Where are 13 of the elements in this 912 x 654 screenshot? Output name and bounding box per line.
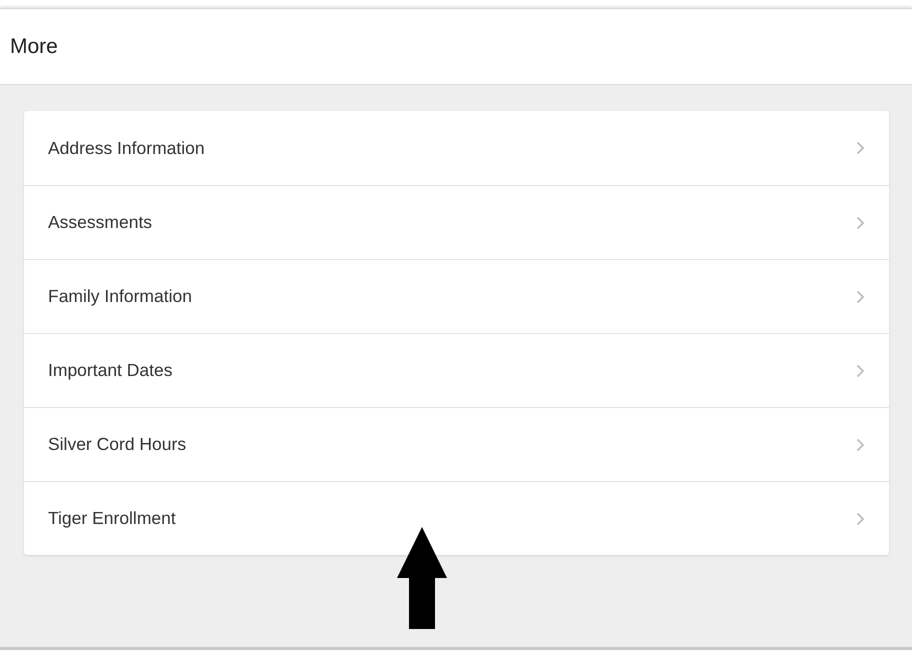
menu-item[interactable]: Assessments bbox=[24, 185, 889, 259]
chevron-right-icon bbox=[856, 512, 865, 526]
menu-item[interactable]: Address Information bbox=[24, 111, 889, 185]
chevron-right-icon bbox=[856, 216, 865, 230]
chevron-right-icon bbox=[856, 290, 865, 304]
menu-item[interactable]: Silver Cord Hours bbox=[24, 407, 889, 481]
up-arrow-icon bbox=[397, 527, 447, 629]
menu-item[interactable]: Important Dates bbox=[24, 333, 889, 407]
chevron-right-icon bbox=[856, 438, 865, 452]
menu-item[interactable]: Family Information bbox=[24, 259, 889, 333]
chevron-right-icon bbox=[856, 141, 865, 155]
chevron-right-icon bbox=[856, 364, 865, 378]
page-title: More bbox=[10, 34, 58, 58]
